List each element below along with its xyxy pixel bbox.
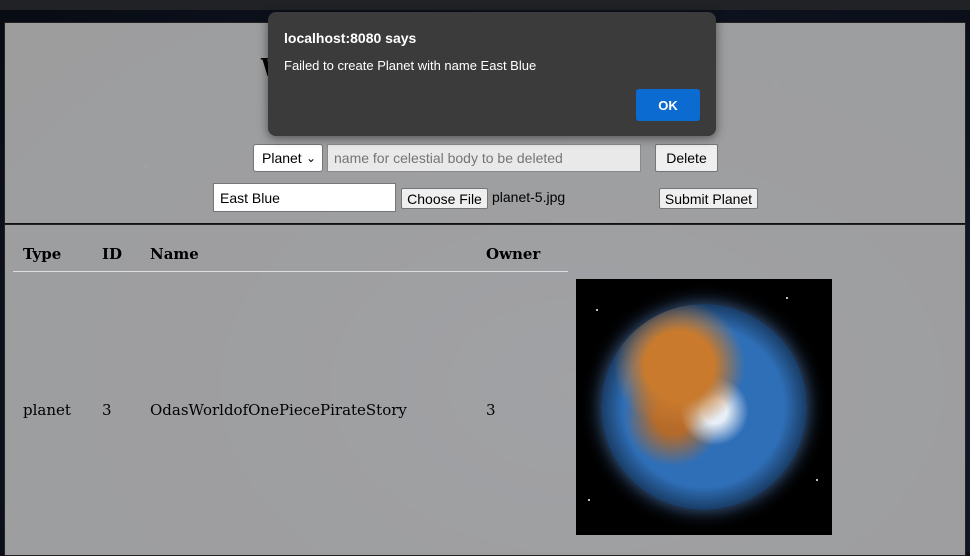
table-header: Type ID Name Owner [13, 245, 568, 272]
delete-name-input[interactable] [327, 144, 641, 172]
cell-id: 3 [102, 401, 112, 419]
column-header-owner: Owner [486, 245, 541, 263]
column-header-name: Name [150, 245, 199, 263]
planet-image [576, 279, 832, 535]
cell-owner: 3 [486, 401, 496, 419]
dialog-title: localhost:8080 says [284, 30, 417, 46]
browser-top-strip [0, 0, 970, 10]
dialog-message: Failed to create Planet with name East B… [284, 58, 537, 73]
column-header-type: Type [23, 245, 62, 263]
submit-planet-button[interactable]: Submit Planet [659, 188, 758, 209]
choose-file-button[interactable]: Choose File [401, 188, 488, 209]
cell-type: planet [23, 401, 71, 419]
delete-button[interactable]: Delete [655, 144, 718, 172]
table-panel: Type ID Name Owner planet 3 OdasWorldofO… [4, 224, 966, 556]
type-select[interactable]: Planet ⌄ [253, 144, 323, 172]
ok-button[interactable]: OK [636, 89, 700, 121]
type-select-value: Planet [262, 150, 302, 166]
cell-name: OdasWorldofOnePiecePirateStory [150, 401, 407, 419]
planet-name-input[interactable] [213, 183, 396, 212]
chevron-down-icon: ⌄ [305, 151, 316, 165]
alert-dialog: localhost:8080 says Failed to create Pla… [268, 12, 716, 136]
column-header-id: ID [102, 245, 123, 263]
selected-file-name: planet-5.jpg [492, 189, 566, 205]
